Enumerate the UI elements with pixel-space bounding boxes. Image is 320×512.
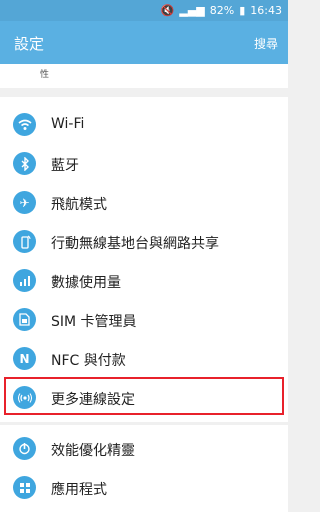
- power-icon: [13, 437, 36, 460]
- setting-airplane[interactable]: ✈ 飛航模式: [0, 183, 288, 222]
- setting-nfc[interactable]: N NFC 與付款: [0, 339, 288, 378]
- setting-wifi[interactable]: Wi-Fi: [0, 105, 288, 144]
- setting-label: 效能優化精靈: [51, 443, 135, 459]
- search-button[interactable]: 搜尋: [254, 35, 278, 52]
- setting-performance[interactable]: 效能優化精靈: [0, 429, 288, 468]
- setting-bluetooth[interactable]: 藍牙: [0, 144, 288, 183]
- airplane-icon: ✈: [13, 191, 36, 214]
- setting-apps[interactable]: 應用程式: [0, 468, 288, 507]
- signal-icon: ▂▄▆: [179, 4, 205, 17]
- setting-sim[interactable]: SIM 卡管理員: [0, 300, 288, 339]
- mute-icon: 🔇: [160, 4, 175, 17]
- wifi-icon: [13, 113, 36, 136]
- device-card: 效能優化精靈 應用程式: [0, 425, 288, 512]
- setting-label: 應用程式: [51, 482, 107, 498]
- status-bar: 🔇 ▂▄▆ 82% ▮ 16:43: [0, 0, 288, 21]
- setting-label: 飛航模式: [51, 197, 107, 213]
- data-usage-icon: [13, 269, 36, 292]
- setting-label: 藍牙: [51, 158, 79, 174]
- quick-tabs: 性: [0, 64, 288, 88]
- setting-label: SIM 卡管理員: [51, 314, 137, 330]
- hotspot-icon: [13, 230, 36, 253]
- highlight-box: [4, 377, 284, 415]
- tab-label-fragment[interactable]: 性: [40, 70, 49, 81]
- setting-hotspot[interactable]: 行動無線基地台與網路共享: [0, 222, 288, 261]
- app-bar: 設定 搜尋: [0, 21, 288, 64]
- sim-card-icon: [13, 308, 36, 331]
- battery-icon: ▮: [239, 4, 246, 17]
- bluetooth-icon: [13, 152, 36, 175]
- setting-label: 數據使用量: [51, 275, 121, 291]
- connections-card: Wi-Fi 藍牙 ✈ 飛航模式 行動無線基地台與網路共享 數據使用量 SIM 卡…: [0, 97, 288, 422]
- clock: 16:43: [250, 4, 282, 17]
- setting-label: NFC 與付款: [51, 353, 126, 369]
- setting-data-usage[interactable]: 數據使用量: [0, 261, 288, 300]
- apps-grid-icon: [13, 476, 36, 499]
- setting-label: Wi-Fi: [51, 116, 85, 132]
- nfc-icon: N: [13, 347, 36, 370]
- battery-percent: 82%: [209, 4, 235, 17]
- page-title: 設定: [14, 35, 45, 53]
- setting-label: 行動無線基地台與網路共享: [51, 236, 219, 252]
